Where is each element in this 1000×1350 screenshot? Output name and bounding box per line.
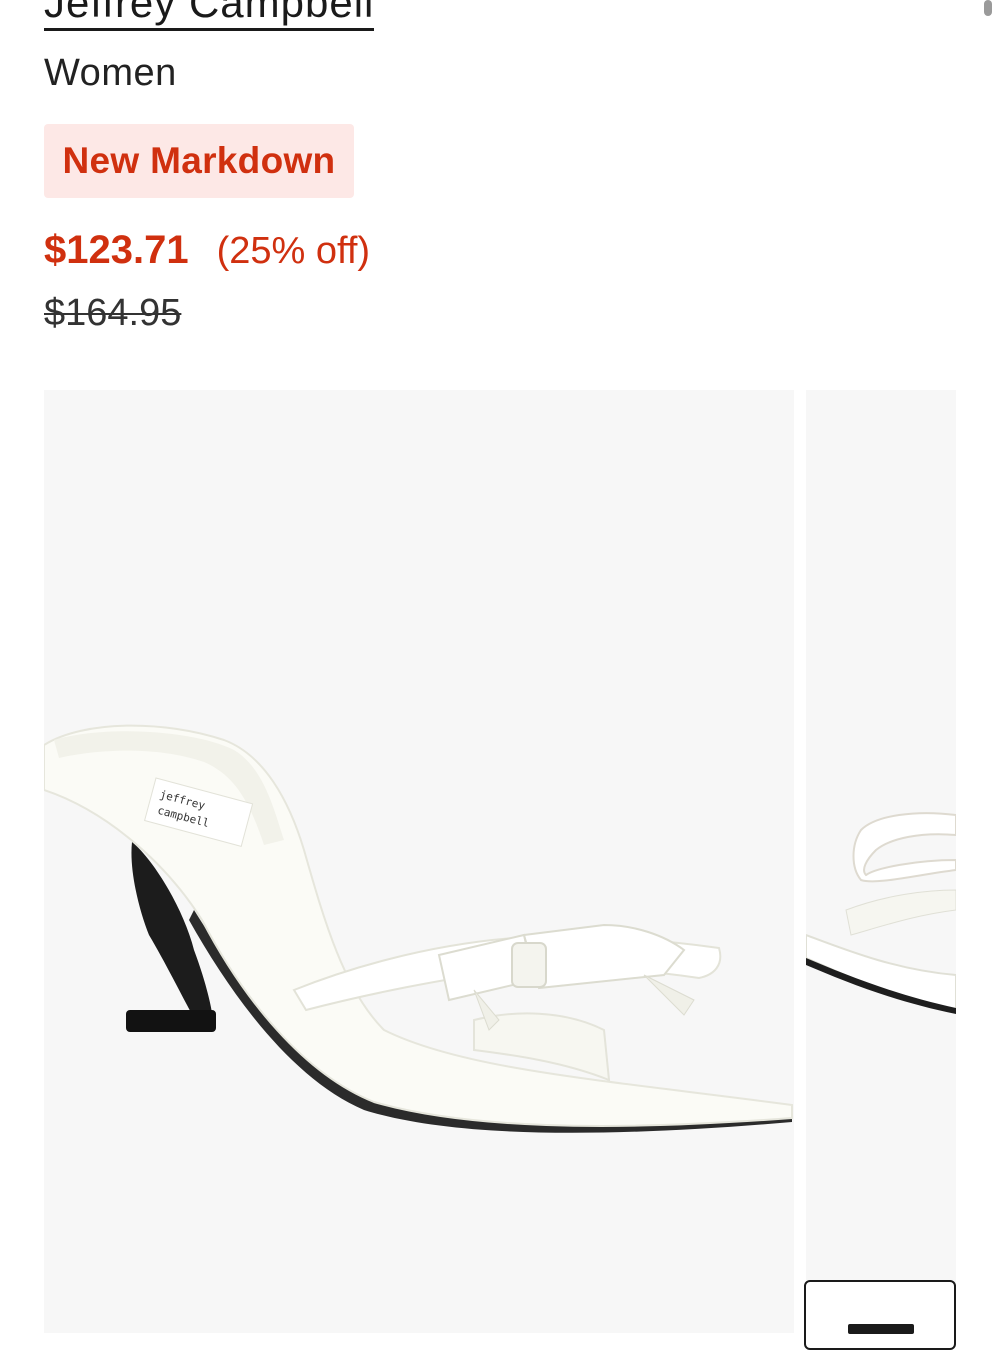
gallery-control-button[interactable] — [804, 1280, 956, 1350]
markdown-badge: New Markdown — [44, 124, 354, 198]
original-price: $164.95 — [44, 292, 182, 334]
brand-link[interactable]: Jeffrey Campbell — [44, 0, 375, 31]
sale-price: $123.71 — [44, 228, 189, 272]
product-image-main[interactable]: jeffrey campbell — [44, 390, 794, 1333]
discount-percent: (25% off) — [216, 230, 371, 272]
shoe-illustration: jeffrey campbell — [44, 724, 793, 1133]
shoe-illustration-partial — [806, 812, 956, 1014]
scrollbar[interactable] — [984, 0, 992, 16]
markdown-badge-label: New Markdown — [62, 140, 336, 181]
price-row: $123.71 (25% off) — [44, 228, 370, 273]
category-label: Women — [44, 52, 177, 94]
product-image-next[interactable] — [806, 390, 956, 1333]
